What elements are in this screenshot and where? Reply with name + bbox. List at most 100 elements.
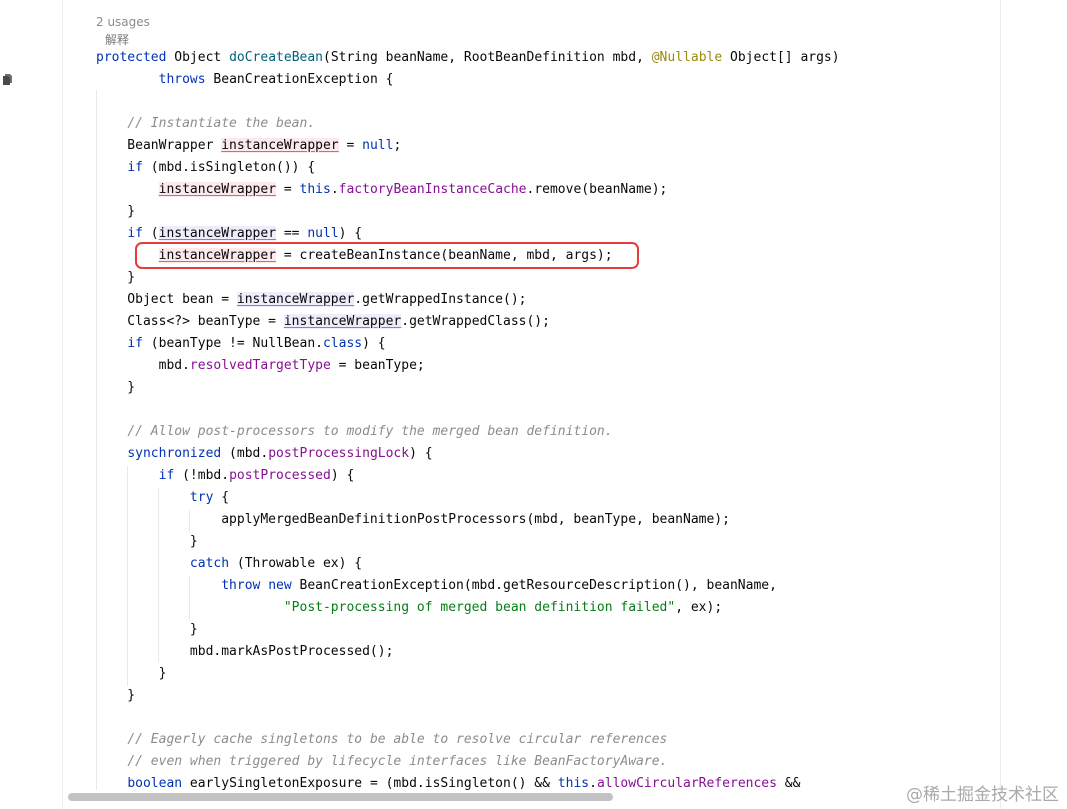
code-line[interactable]: // Instantiate the bean. <box>96 113 315 135</box>
code-line[interactable]: Class<?> beanType = instanceWrapper.getW… <box>96 311 550 333</box>
code-token: postProcessed <box>229 468 331 483</box>
code-token: class <box>322 336 363 351</box>
code-token: "Post-processing of merged bean definiti… <box>283 600 676 615</box>
code-token: Object <box>166 50 230 65</box>
code-token: throw new <box>221 578 292 593</box>
code-token: = <box>276 182 300 197</box>
code-line[interactable]: if (!mbd.postProcessed) { <box>96 465 355 487</box>
code-line[interactable]: } <box>96 619 198 641</box>
code-line[interactable]: } <box>96 685 135 707</box>
code-token: } <box>96 204 136 219</box>
code-token: try <box>189 490 214 505</box>
code-token: BeanCreationException(mbd.getResourceDes… <box>291 578 777 593</box>
code-token: ) { <box>338 226 363 241</box>
code-token: Object bean = <box>96 292 237 307</box>
code-token: (mbd.isSingleton()) { <box>142 160 316 175</box>
code-line[interactable]: throws BeanCreationException { <box>96 69 394 91</box>
code-token: @Nullable <box>651 50 723 65</box>
code-token: this <box>557 776 590 791</box>
code-line[interactable]: if (mbd.isSingleton()) { <box>96 157 315 179</box>
code-token: } <box>96 688 136 703</box>
code-line[interactable]: "Post-processing of merged bean definiti… <box>96 597 722 619</box>
code-token: // Eagerly cache singletons to be able t… <box>127 732 668 747</box>
explain-action[interactable]: 解释 <box>105 31 129 48</box>
code-line[interactable]: Object bean = instanceWrapper.getWrapped… <box>96 289 526 311</box>
code-line[interactable]: BeanWrapper instanceWrapper = null; <box>96 135 401 157</box>
code-line[interactable]: synchronized (mbd.postProcessingLock) { <box>96 443 433 465</box>
horizontal-scrollbar-thumb[interactable] <box>68 793 613 801</box>
code-line[interactable]: instanceWrapper = this.factoryBeanInstan… <box>96 179 667 201</box>
code-token: } <box>96 380 136 395</box>
code-token: } <box>96 666 167 681</box>
code-token: factoryBeanInstanceCache <box>338 182 527 197</box>
code-token: doCreateBean <box>229 50 323 65</box>
code-token: mbd. <box>96 358 190 373</box>
code-token: instanceWrapper <box>283 314 402 329</box>
code-editor[interactable]: 2 usages 解释 protected Object doCreateBea… <box>0 0 1067 809</box>
code-line[interactable]: throw new BeanCreationException(mbd.getR… <box>96 575 777 597</box>
code-line[interactable]: try { <box>96 487 229 509</box>
code-token: ) { <box>409 446 433 461</box>
code-line[interactable]: // Allow post-processors to modify the m… <box>96 421 612 443</box>
code-token: allowCircularReferences <box>596 776 777 791</box>
code-token: , ex); <box>675 600 723 615</box>
code-token: instanceWrapper <box>158 226 277 241</box>
code-token: if <box>127 226 143 241</box>
code-token: boolean <box>127 776 183 791</box>
code-token: BeanWrapper <box>96 138 222 153</box>
code-token: if <box>127 336 143 351</box>
code-token: } <box>96 270 136 285</box>
code-token: mbd.markAsPostProcessed(); <box>96 644 394 659</box>
method-marker-icon[interactable] <box>2 72 14 86</box>
code-line[interactable]: // Eagerly cache singletons to be able t… <box>96 729 667 751</box>
code-token: (beanType != NullBean. <box>142 336 323 351</box>
code-token: earlySingletonExposure = (mbd.isSingleto… <box>182 776 558 791</box>
code-line[interactable]: // even when triggered by lifecycle inte… <box>96 751 667 773</box>
usages-hint[interactable]: 2 usages <box>96 15 150 29</box>
code-line[interactable]: protected Object doCreateBean(String bea… <box>96 47 840 69</box>
code-line[interactable]: } <box>96 201 135 223</box>
code-line[interactable]: mbd.markAsPostProcessed(); <box>96 641 394 663</box>
code-token: (!mbd. <box>174 468 230 483</box>
code-token: resolvedTargetType <box>189 358 331 373</box>
code-line[interactable]: } <box>96 663 167 685</box>
code-line[interactable]: mbd.resolvedTargetType = beanType; <box>96 355 425 377</box>
code-line[interactable]: } <box>96 531 198 553</box>
code-line[interactable]: catch (Throwable ex) { <box>96 553 362 575</box>
code-line[interactable]: if (beanType != NullBean.class) { <box>96 333 385 355</box>
code-token: (mbd. <box>221 446 269 461</box>
code-token: protected <box>96 50 167 65</box>
code-token: .remove(beanName); <box>526 182 668 197</box>
code-token: this <box>299 182 331 197</box>
code-token: (Throwable ex) { <box>229 556 363 571</box>
right-margin-line <box>1000 0 1001 809</box>
code-token: postProcessingLock <box>268 446 410 461</box>
code-line[interactable]: } <box>96 267 135 289</box>
code-token: // even when triggered by lifecycle inte… <box>127 754 668 769</box>
code-token: . <box>589 776 597 791</box>
gutter-separator <box>62 0 63 809</box>
code-token: = beanType; <box>330 358 425 373</box>
code-token: BeanCreationException { <box>205 72 394 87</box>
code-token: Class<?> beanType = <box>96 314 284 329</box>
code-token: catch <box>189 556 230 571</box>
highlight-annotation-box <box>135 242 639 269</box>
code-line[interactable]: } <box>96 377 135 399</box>
code-token: null <box>362 138 394 153</box>
code-line[interactable]: applyMergedBeanDefinitionPostProcessors(… <box>96 509 730 531</box>
code-token: { <box>213 490 230 505</box>
